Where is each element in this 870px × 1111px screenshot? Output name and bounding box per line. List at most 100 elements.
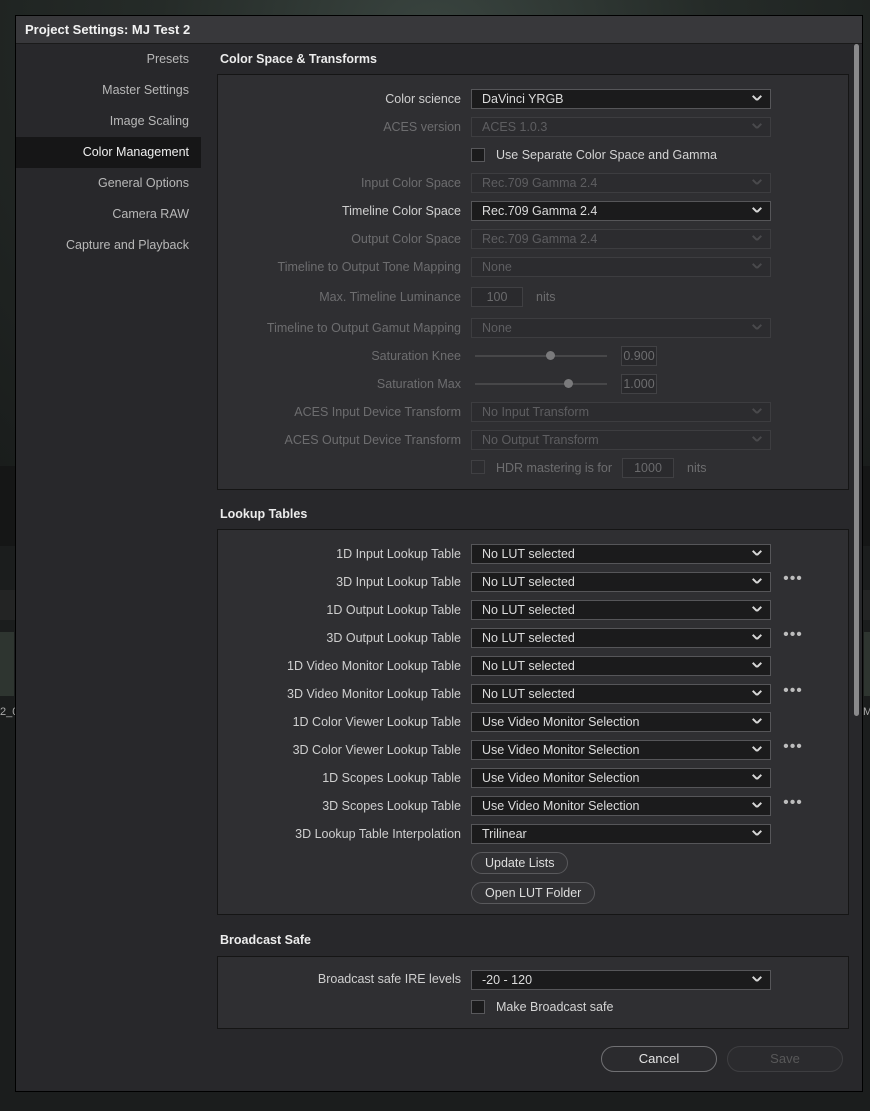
hdr-mastering-unit: nits xyxy=(687,461,707,475)
chevron-down-icon xyxy=(753,206,761,214)
settings-sidebar: Presets Master Settings Image Scaling Color… xyxy=(16,44,201,261)
chevron-down-icon xyxy=(753,323,761,331)
1d-output-lookup-table-dropdown[interactable]: No LUT selected xyxy=(471,600,771,620)
3d-color-viewer-lookup-table-dropdown[interactable]: Use Video Monitor Selection xyxy=(471,740,771,760)
save-button: Save xyxy=(727,1046,843,1072)
max-luminance-unit: nits xyxy=(536,290,556,304)
color-science-label: Color science xyxy=(385,92,461,106)
1d-color-viewer-lookup-table-value: Use Video Monitor Selection xyxy=(482,715,640,729)
more-options-icon[interactable]: ••• xyxy=(782,739,804,757)
scrollbar[interactable] xyxy=(853,44,861,716)
sidebar-item-presets[interactable]: Presets xyxy=(16,44,201,75)
cancel-button[interactable]: Cancel xyxy=(601,1046,717,1072)
aces-odt-value: No Output Transform xyxy=(482,433,599,447)
output-color-space-value: Rec.709 Gamma 2.4 xyxy=(482,232,598,246)
hdr-mastering-input: 1000 xyxy=(622,458,674,478)
more-options-icon[interactable]: ••• xyxy=(782,627,804,645)
sidebar-item-master-settings[interactable]: Master Settings xyxy=(16,75,201,106)
chevron-down-icon xyxy=(753,773,761,781)
saturation-knee-handle xyxy=(545,351,555,360)
more-options-icon[interactable]: ••• xyxy=(782,795,804,813)
chevron-down-icon xyxy=(753,689,761,697)
sidebar-item-color-management[interactable]: Color Management xyxy=(16,137,201,168)
gamut-mapping-value: None xyxy=(482,321,512,335)
1d-video-monitor-lookup-table-dropdown[interactable]: No LUT selected xyxy=(471,656,771,676)
chevron-down-icon xyxy=(753,745,761,753)
3d-input-lookup-table-label: 3D Input Lookup Table xyxy=(336,575,461,589)
aces-idt-dropdown: No Input Transform xyxy=(471,402,771,422)
3d-video-monitor-lookup-table-label: 3D Video Monitor Lookup Table xyxy=(287,687,461,701)
open-lut-folder-button[interactable]: Open LUT Folder xyxy=(471,882,596,904)
3d-lookup-table-interpolation-label: 3D Lookup Table Interpolation xyxy=(295,827,461,841)
chevron-down-icon xyxy=(753,94,761,102)
3d-input-lookup-table-dropdown[interactable]: No LUT selected xyxy=(471,572,771,592)
1d-input-lookup-table-dropdown[interactable]: No LUT selected xyxy=(471,544,771,564)
aces-odt-label: ACES Output Device Transform xyxy=(284,433,461,447)
sidebar-item-capture-and-playback[interactable]: Capture and Playback xyxy=(16,230,201,261)
1d-video-monitor-lookup-table-value: No LUT selected xyxy=(482,659,575,673)
chevron-down-icon xyxy=(753,262,761,270)
3d-color-viewer-lookup-table-value: Use Video Monitor Selection xyxy=(482,743,640,757)
saturation-knee-label: Saturation Knee xyxy=(371,349,461,363)
chevron-down-icon xyxy=(753,975,761,983)
3d-scopes-lookup-table-value: Use Video Monitor Selection xyxy=(482,799,640,813)
saturation-max-handle xyxy=(564,379,574,388)
3d-color-viewer-lookup-table-label: 3D Color Viewer Lookup Table xyxy=(292,743,461,757)
chevron-down-icon xyxy=(753,605,761,613)
separate-color-space-label: Use Separate Color Space and Gamma xyxy=(496,148,717,162)
background-clip-name-right: M xyxy=(863,706,870,718)
make-broadcast-safe-label: Make Broadcast safe xyxy=(496,1000,614,1014)
lookup-tables-panel: Update Lists Open LUT Folder 1D Input Lo… xyxy=(217,529,849,915)
background-thumbnail-left xyxy=(0,632,14,696)
1d-scopes-lookup-table-dropdown[interactable]: Use Video Monitor Selection xyxy=(471,768,771,788)
sidebar-item-image-scaling[interactable]: Image Scaling xyxy=(16,106,201,137)
broadcast-ire-dropdown[interactable]: -20 - 120 xyxy=(471,970,771,990)
input-color-space-dropdown: Rec.709 Gamma 2.4 xyxy=(471,173,771,193)
chevron-down-icon xyxy=(753,661,761,669)
1d-color-viewer-lookup-table-dropdown[interactable]: Use Video Monitor Selection xyxy=(471,712,771,732)
chevron-down-icon xyxy=(753,178,761,186)
3d-output-lookup-table-dropdown[interactable]: No LUT selected xyxy=(471,628,771,648)
1d-color-viewer-lookup-table-label: 1D Color Viewer Lookup Table xyxy=(292,715,461,729)
tone-mapping-dropdown: None xyxy=(471,257,771,277)
color-space-panel: Color science DaVinci YRGB ACES version … xyxy=(217,74,849,490)
scrollbar-thumb[interactable] xyxy=(854,44,859,716)
saturation-max-label: Saturation Max xyxy=(376,377,461,391)
more-options-icon[interactable]: ••• xyxy=(782,683,804,701)
broadcast-ire-value: -20 - 120 xyxy=(482,973,533,987)
sidebar-item-general-options[interactable]: General Options xyxy=(16,168,201,199)
3d-output-lookup-table-value: No LUT selected xyxy=(482,631,575,645)
color-science-dropdown[interactable]: DaVinci YRGB xyxy=(471,89,771,109)
tone-mapping-value: None xyxy=(482,260,512,274)
aces-idt-label: ACES Input Device Transform xyxy=(294,405,461,419)
gamut-mapping-label: Timeline to Output Gamut Mapping xyxy=(266,321,461,335)
make-broadcast-safe-checkbox[interactable] xyxy=(471,1000,485,1014)
broadcast-safe-panel: Broadcast safe IRE levels -20 - 120 Make… xyxy=(217,956,849,1029)
more-options-icon[interactable]: ••• xyxy=(782,571,804,589)
1d-video-monitor-lookup-table-label: 1D Video Monitor Lookup Table xyxy=(287,659,461,673)
dialog-title: Project Settings: MJ Test 2 xyxy=(25,22,191,37)
aces-odt-dropdown: No Output Transform xyxy=(471,430,771,450)
separate-color-space-checkbox[interactable] xyxy=(471,148,485,162)
3d-lookup-table-interpolation-dropdown[interactable]: Trilinear xyxy=(471,824,771,844)
lookup-tables-section-title: Lookup Tables xyxy=(220,507,308,521)
aces-version-value: ACES 1.0.3 xyxy=(482,120,548,134)
title-bar[interactable]: Project Settings: MJ Test 2 xyxy=(16,16,862,44)
chevron-down-icon xyxy=(753,577,761,585)
broadcast-safe-section-title: Broadcast Safe xyxy=(220,933,312,947)
timeline-color-space-value: Rec.709 Gamma 2.4 xyxy=(482,204,598,218)
1d-input-lookup-table-value: No LUT selected xyxy=(482,547,575,561)
update-lists-button[interactable]: Update Lists xyxy=(471,852,569,874)
3d-video-monitor-lookup-table-dropdown[interactable]: No LUT selected xyxy=(471,684,771,704)
saturation-max-slider xyxy=(475,379,607,388)
chevron-down-icon xyxy=(753,407,761,415)
3d-scopes-lookup-table-dropdown[interactable]: Use Video Monitor Selection xyxy=(471,796,771,816)
sidebar-item-camera-raw[interactable]: Camera RAW xyxy=(16,199,201,230)
aces-idt-value: No Input Transform xyxy=(482,405,589,419)
timeline-color-space-dropdown[interactable]: Rec.709 Gamma 2.4 xyxy=(471,201,771,221)
saturation-knee-value: 0.900 xyxy=(621,346,657,366)
3d-scopes-lookup-table-label: 3D Scopes Lookup Table xyxy=(322,799,461,813)
chevron-down-icon xyxy=(753,717,761,725)
1d-output-lookup-table-label: 1D Output Lookup Table xyxy=(326,603,461,617)
max-luminance-input: 100 xyxy=(471,287,523,307)
